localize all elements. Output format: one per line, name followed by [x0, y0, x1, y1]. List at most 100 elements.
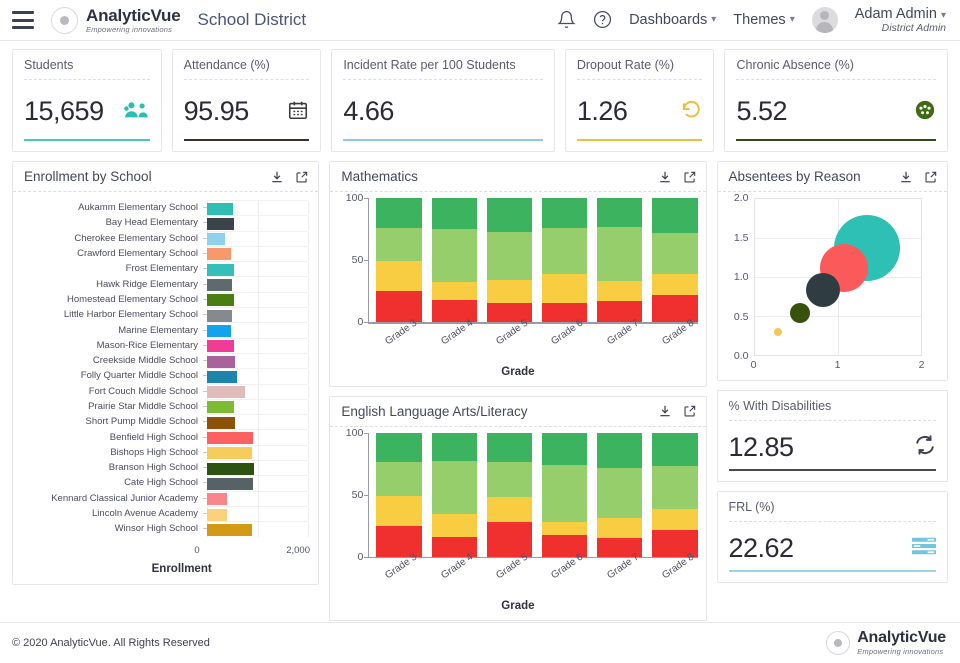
enrollment-bar-row[interactable]: Mason-Rice Elementary	[23, 338, 308, 353]
enrollment-bar[interactable]	[207, 401, 234, 413]
open-in-new-icon[interactable]	[683, 170, 697, 184]
enrollment-bar-row[interactable]: Frost Elementary	[23, 261, 308, 276]
enrollment-bar[interactable]	[207, 417, 235, 429]
stacked-column[interactable]	[487, 198, 532, 322]
user-menu[interactable]: Adam Admin ▾ District Admin	[855, 6, 946, 35]
stack-segment[interactable]	[376, 462, 421, 495]
themes-menu[interactable]: Themes ▾	[733, 12, 794, 28]
enrollment-bar[interactable]	[207, 340, 234, 352]
stack-segment[interactable]	[432, 198, 477, 229]
stack-segment[interactable]	[432, 514, 477, 536]
kpi-card[interactable]: Dropout Rate (%)1.26	[565, 49, 715, 152]
stack-segment[interactable]	[597, 468, 642, 518]
enrollment-bar-row[interactable]: Lincoln Avenue Academy	[23, 506, 308, 521]
stack-segment[interactable]	[542, 433, 587, 465]
stack-segment[interactable]	[652, 509, 697, 530]
stack-segment[interactable]	[487, 462, 532, 497]
enrollment-bar-row[interactable]: Folly Quarter Middle School	[23, 368, 308, 383]
stack-segment[interactable]	[487, 280, 532, 304]
brand-logo[interactable]: AnalyticVue Empowering innovations	[51, 7, 180, 34]
enrollment-bar[interactable]	[207, 248, 231, 260]
stack-segment[interactable]	[376, 261, 421, 291]
stacked-column[interactable]	[597, 198, 642, 322]
enrollment-bar[interactable]	[207, 371, 237, 383]
enrollment-bar-row[interactable]: Cate High School	[23, 475, 308, 490]
stack-segment[interactable]	[376, 291, 421, 322]
open-in-new-icon[interactable]	[683, 404, 697, 418]
enrollment-bar[interactable]	[207, 279, 232, 291]
stack-segment[interactable]	[542, 198, 587, 228]
enrollment-bar[interactable]	[207, 233, 225, 245]
enrollment-bar-row[interactable]: Hawk Ridge Elementary	[23, 276, 308, 291]
stack-segment[interactable]	[376, 496, 421, 526]
enrollment-bar-row[interactable]: Crawford Elementary School	[23, 246, 308, 261]
stacked-column[interactable]	[432, 198, 477, 322]
enrollment-bar[interactable]	[207, 203, 233, 215]
stack-segment[interactable]	[652, 466, 697, 509]
kpi-card[interactable]: Chronic Absence (%)5.52	[724, 49, 948, 152]
enrollment-bar[interactable]	[207, 493, 227, 505]
enrollment-bar-row[interactable]: Fort Couch Middle School	[23, 384, 308, 399]
stacked-column[interactable]	[652, 198, 697, 322]
stack-segment[interactable]	[597, 227, 642, 282]
stack-segment[interactable]	[652, 295, 697, 322]
enrollment-bar[interactable]	[207, 310, 232, 322]
stack-segment[interactable]	[597, 433, 642, 469]
stack-segment[interactable]	[597, 518, 642, 538]
stack-segment[interactable]	[597, 198, 642, 227]
bubble-point[interactable]	[790, 303, 810, 323]
enrollment-bar[interactable]	[207, 264, 234, 276]
stack-segment[interactable]	[652, 274, 697, 295]
enrollment-bar-row[interactable]: Benfield High School	[23, 429, 308, 444]
download-icon[interactable]	[658, 404, 672, 418]
enrollment-bar[interactable]	[207, 447, 252, 459]
enrollment-bar[interactable]	[207, 325, 231, 337]
stack-segment[interactable]	[542, 228, 587, 274]
stack-segment[interactable]	[652, 233, 697, 274]
stack-segment[interactable]	[432, 461, 477, 514]
download-icon[interactable]	[899, 170, 913, 184]
stack-segment[interactable]	[487, 232, 532, 280]
enrollment-bar-row[interactable]: Winsor High School	[23, 521, 308, 536]
open-in-new-icon[interactable]	[924, 170, 938, 184]
enrollment-bar[interactable]	[207, 478, 253, 490]
stacked-column[interactable]	[376, 433, 421, 557]
enrollment-bar-row[interactable]: Branson High School	[23, 460, 308, 475]
enrollment-bar[interactable]	[207, 463, 254, 475]
stack-segment[interactable]	[487, 522, 532, 557]
stack-segment[interactable]	[597, 281, 642, 301]
enrollment-bar-row[interactable]: Creekside Middle School	[23, 353, 308, 368]
enrollment-bar[interactable]	[207, 218, 234, 230]
help-circle-icon[interactable]	[593, 10, 612, 29]
download-icon[interactable]	[658, 170, 672, 184]
enrollment-bar-row[interactable]: Short Pump Middle School	[23, 414, 308, 429]
enrollment-bar[interactable]	[207, 386, 245, 398]
avatar[interactable]	[812, 7, 838, 33]
enrollment-bar[interactable]	[207, 432, 253, 444]
stack-segment[interactable]	[542, 522, 587, 536]
stack-segment[interactable]	[487, 198, 532, 231]
enrollment-bar[interactable]	[207, 509, 227, 521]
stack-segment[interactable]	[432, 433, 477, 462]
bubble-point[interactable]	[774, 328, 782, 336]
kpi-card[interactable]: Incident Rate per 100 Students4.66	[331, 49, 555, 152]
enrollment-bar[interactable]	[207, 294, 234, 306]
stacked-column[interactable]	[652, 433, 697, 557]
stacked-column[interactable]	[542, 433, 587, 557]
stack-segment[interactable]	[376, 198, 421, 228]
enrollment-bar-row[interactable]: Homestead Elementary School	[23, 292, 308, 307]
stack-segment[interactable]	[487, 433, 532, 463]
stack-segment[interactable]	[542, 465, 587, 522]
bubble-point[interactable]	[806, 273, 840, 307]
kpi-card[interactable]: % With Disabilities12.85	[717, 390, 949, 482]
enrollment-bar[interactable]	[207, 524, 252, 536]
hamburger-icon[interactable]	[12, 11, 34, 29]
stacked-column[interactable]	[432, 433, 477, 557]
enrollment-bar-row[interactable]: Aukamm Elementary School	[23, 200, 308, 215]
stack-segment[interactable]	[432, 229, 477, 282]
enrollment-bar-row[interactable]: Bay Head Elementary	[23, 215, 308, 230]
stacked-column[interactable]	[376, 198, 421, 322]
enrollment-bar-row[interactable]: Prairie Star Middle School	[23, 399, 308, 414]
stacked-column[interactable]	[597, 433, 642, 557]
stack-segment[interactable]	[432, 282, 477, 299]
